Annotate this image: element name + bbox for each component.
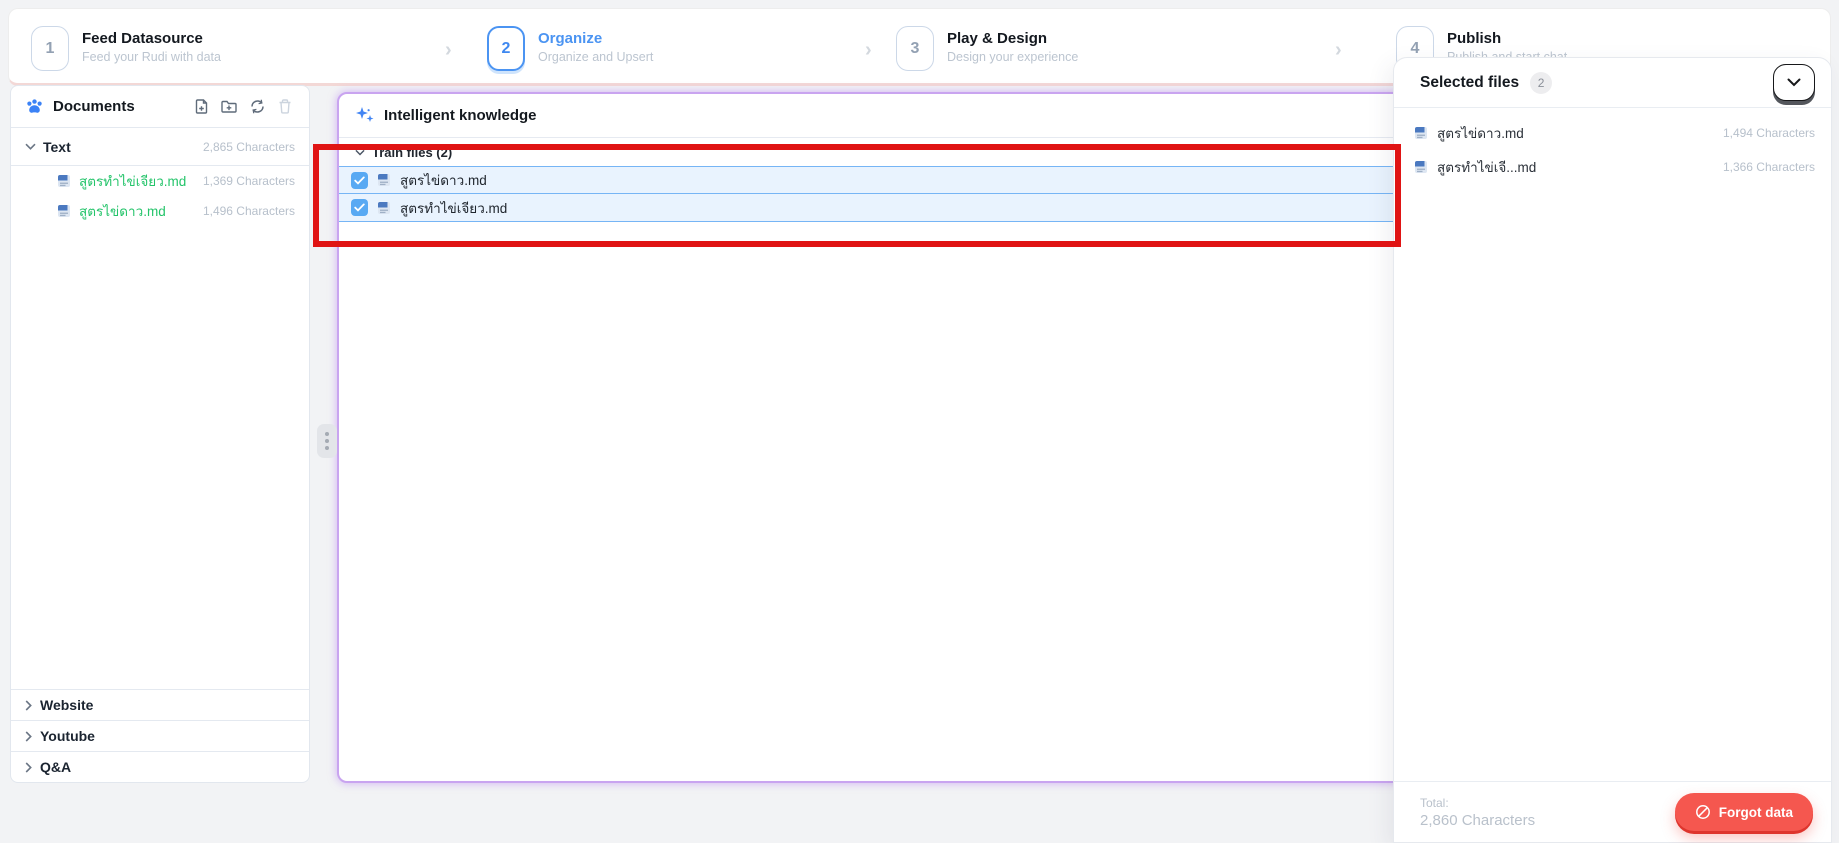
- selected-file-name: สูตรทำไข่เจี...md: [1437, 160, 1537, 175]
- chevron-down-icon: [355, 149, 365, 156]
- refresh-icon[interactable]: [247, 97, 267, 117]
- checkbox-checked[interactable]: [351, 171, 368, 189]
- sidebar-file-row[interactable]: สูตรไข่ดาว.md 1,496 Characters: [11, 196, 309, 226]
- step-feed-datasource[interactable]: 1 Feed Datasource Feed your Rudi with da…: [31, 26, 221, 71]
- panel-title: Intelligent knowledge: [384, 107, 537, 124]
- sidebar-empty-area: [11, 226, 309, 689]
- panel-resize-handle[interactable]: [317, 424, 337, 458]
- step-subtitle: Design your experience: [947, 50, 1079, 64]
- sparkle-icon: [355, 106, 375, 126]
- selected-files-header: Selected files 2: [1394, 58, 1831, 108]
- slash-circle-icon: [1695, 804, 1711, 820]
- markdown-file-icon: [1414, 160, 1428, 174]
- documents-title: Documents: [53, 98, 135, 115]
- train-file-name: สูตรทำไข่เจียว.md: [400, 200, 508, 216]
- selected-file-row[interactable]: สูตรทำไข่เจี...md 1,366 Characters: [1394, 150, 1831, 184]
- section-label: Website: [40, 697, 94, 713]
- chevron-right-icon: [25, 730, 32, 742]
- total-characters: 2,860 Characters: [1420, 811, 1536, 829]
- step-number-badge: 1: [31, 26, 69, 71]
- step-title: Feed Datasource: [82, 30, 203, 47]
- file-char-count: 1,369 Characters: [202, 174, 295, 188]
- train-file-name: สูตรไข่ดาว.md: [400, 173, 487, 188]
- selected-file-count: 1,366 Characters: [1722, 160, 1815, 174]
- step-subtitle: Organize and Upsert: [538, 50, 654, 64]
- selected-file-name: สูตรไข่ดาว.md: [1437, 126, 1524, 141]
- checkbox-checked[interactable]: [351, 199, 368, 216]
- documents-header: Documents: [11, 86, 309, 128]
- section-youtube[interactable]: Youtube: [11, 720, 309, 751]
- section-label: Youtube: [40, 728, 95, 744]
- markdown-file-icon: [57, 174, 71, 188]
- step-subtitle: Feed your Rudi with data: [82, 50, 221, 64]
- section-label: Text: [43, 138, 71, 155]
- chevron-right-icon: ›: [865, 39, 872, 61]
- file-name: สูตรไข่ดาว.md: [79, 204, 166, 219]
- step-title: Organize: [538, 30, 603, 47]
- app-screen: 1 Feed Datasource Feed your Rudi with da…: [0, 0, 1839, 843]
- add-folder-icon[interactable]: [219, 97, 239, 117]
- paw-icon: [25, 98, 44, 116]
- markdown-file-icon: [57, 204, 71, 218]
- selected-count-badge: 2: [1530, 71, 1553, 94]
- selected-files-panel: Selected files 2 สูตรไข่ดาว.md 1,494 Cha…: [1393, 57, 1832, 843]
- section-char-count: 2,865 Characters: [202, 139, 295, 154]
- chevron-right-icon: [25, 699, 32, 711]
- step-title: Play & Design: [947, 30, 1048, 47]
- selected-file-count: 1,494 Characters: [1722, 126, 1815, 140]
- step-title: Publish: [1447, 30, 1502, 47]
- chevron-down-icon: [25, 143, 36, 150]
- step-play-design[interactable]: 3 Play & Design Design your experience: [896, 26, 1078, 71]
- collapse-panel-button[interactable]: [1773, 64, 1815, 101]
- sidebar-file-row[interactable]: สูตรทำไข่เจียว.md 1,369 Characters: [11, 166, 309, 196]
- forgot-data-label: Forgot data: [1718, 804, 1793, 820]
- step-number-badge: 2: [487, 26, 525, 71]
- trash-icon[interactable]: [275, 97, 295, 117]
- chevron-right-icon: ›: [1335, 39, 1342, 61]
- chevron-right-icon: ›: [445, 39, 452, 61]
- section-text[interactable]: Text 2,865 Characters: [11, 128, 309, 166]
- section-qa[interactable]: Q&A: [11, 751, 309, 782]
- selected-files-title: Selected files: [1420, 73, 1520, 91]
- file-name: สูตรทำไข่เจียว.md: [79, 174, 187, 189]
- selected-file-row[interactable]: สูตรไข่ดาว.md 1,494 Characters: [1394, 116, 1831, 150]
- selected-files-footer: Total: 2,860 Characters Forgot data: [1394, 781, 1831, 842]
- train-files-label: Train files (2): [372, 144, 453, 160]
- markdown-file-icon: [377, 201, 391, 215]
- step-organize[interactable]: 2 Organize Organize and Upsert: [487, 26, 653, 71]
- chevron-right-icon: [25, 761, 32, 773]
- section-website[interactable]: Website: [11, 689, 309, 720]
- forgot-data-button[interactable]: Forgot data: [1674, 793, 1813, 831]
- markdown-file-icon: [377, 173, 391, 187]
- total-label: Total:: [1420, 795, 1449, 810]
- selected-files-empty-area: [1394, 184, 1831, 781]
- markdown-file-icon: [1414, 126, 1428, 140]
- documents-sidebar: Documents Text 2,865 Characters สูตรทำไข…: [10, 85, 310, 783]
- section-label: Q&A: [40, 759, 72, 775]
- file-char-count: 1,496 Characters: [202, 204, 295, 218]
- add-file-icon[interactable]: [191, 97, 211, 117]
- step-number-badge: 3: [896, 26, 934, 71]
